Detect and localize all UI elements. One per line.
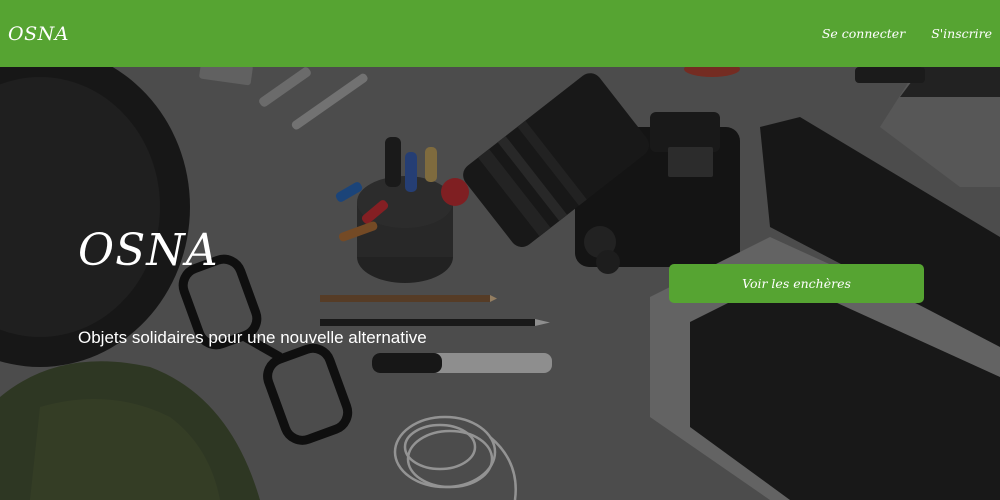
hero-section: OSNA Objets solidaires pour une nouvelle… <box>0 67 1000 500</box>
view-auctions-button[interactable]: Voir les enchères <box>669 264 924 303</box>
hero-subtitle: Objets solidaires pour une nouvelle alte… <box>78 328 427 347</box>
nav-links: Se connecter S'inscrire <box>822 26 992 41</box>
login-link[interactable]: Se connecter <box>822 26 905 41</box>
signup-link[interactable]: S'inscrire <box>931 26 992 41</box>
brand-logo-link[interactable]: OSNA <box>8 23 69 45</box>
hero-title: OSNA <box>78 225 219 276</box>
top-navbar: OSNA Se connecter S'inscrire <box>0 0 1000 67</box>
